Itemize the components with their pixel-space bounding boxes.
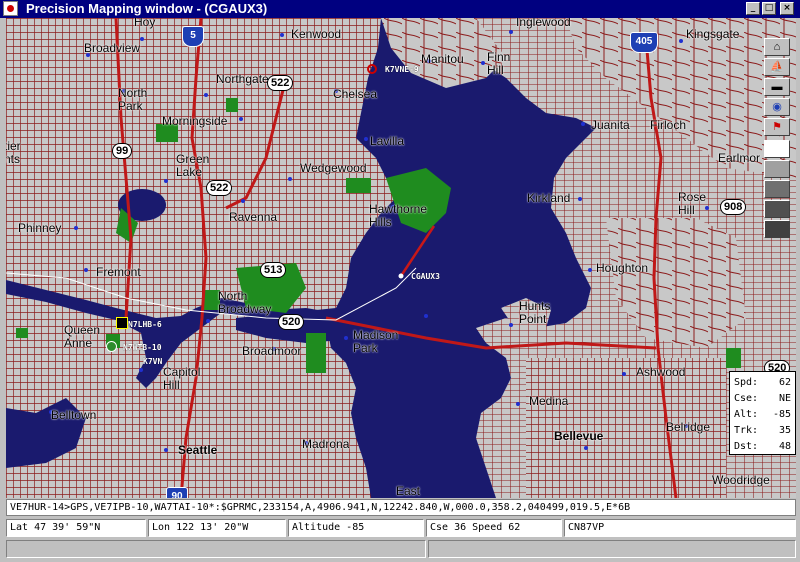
station-icon[interactable] [106,341,117,352]
maximize-button[interactable]: □ [762,2,776,15]
place-label: Bellevue [554,429,604,443]
place-label: Hill [678,203,695,217]
place-label: Chelsea [333,87,378,101]
status-altitude: Altitude -85 [288,519,424,537]
highway-shield: 99 [112,143,133,159]
status-panel [428,540,796,558]
place-label: Phinney [18,221,62,235]
station-callsign[interactable]: N7LHB-6 [128,320,162,329]
place-label: Fremont [96,265,141,279]
place-label: Inglewood [516,18,571,29]
place-label: Belltown [51,408,97,422]
place-label: Ashwood [636,365,686,379]
globe-icon[interactable]: ◉ [764,98,790,116]
info-row: Trk: 35 [734,425,791,436]
place-label: Hill [163,378,180,392]
car-icon[interactable]: ▬ [764,78,790,96]
tracking-info-panel: Spd: 62 Cse: NE Alt: -85 Trk: 35 Dst: 48 [729,371,796,455]
aprs-packet-line: VE7HUR-14>GPS,VE7IPB-10,WA7TAI-10*:$GPRM… [6,499,796,516]
status-bar: Lat 47 39' 59"N Lon 122 13' 20"W Altitud… [6,519,796,537]
status-panel [6,540,426,558]
place-label: Houghton [596,261,649,275]
place-label: Broadway [218,302,272,316]
shade-gray-icon[interactable] [764,160,790,178]
place-label: Medina [529,394,569,408]
place-label: Morningside [162,114,228,128]
shade-darker-icon[interactable] [764,200,790,218]
interstate-shield: 405 [630,32,658,53]
place-label: Hills [369,215,392,229]
highway-shield: 908 [720,199,747,215]
minimize-button[interactable]: _ [746,2,760,15]
bottom-status-strip [6,540,796,558]
highway-shield: 522 [267,75,294,91]
window-title: Precision Mapping window - (CGAUX3) [26,1,268,16]
place-label: Firloch [650,118,687,132]
place-label: Lavilla [370,134,405,148]
place-label: Northgate [216,72,269,86]
interstate-shield: 5 [182,26,204,47]
close-button[interactable]: × [780,2,794,15]
place-label: Lake [176,165,203,179]
status-course-speed: Cse 36 Speed 62 [426,519,562,537]
station-callsign[interactable]: K7VN [143,357,162,366]
station-callsign[interactable]: CGAUX3 [411,272,440,281]
station-callsign[interactable]: N7WTB-10 [123,343,162,352]
place-label: Point [519,312,547,326]
place-label: Kirkland [527,191,571,205]
station-icon[interactable] [116,317,128,329]
info-row: Alt: -85 [734,409,791,420]
place-label: Hill [487,63,504,77]
place-label: Park [353,341,378,355]
place-label: Seattle [178,443,218,457]
status-latitude: Lat 47 39' 59"N [6,519,146,537]
info-row: Dst: 48 [734,441,791,452]
interstate-shield: 90 [166,487,188,498]
shade-white-icon[interactable] [764,140,790,158]
info-row: Spd: 62 [734,377,791,388]
boat-icon[interactable]: ⛵ [764,58,790,76]
house-icon[interactable]: ⌂ [764,38,790,56]
place-label: Kingsgate [686,27,740,41]
highway-shield: 522 [206,180,233,196]
map-view[interactable]: Hoy Broadview Northgate North Park Kenwo… [6,18,796,498]
status-grid-square: CN87VP [564,519,796,537]
place-label: Juanita [591,118,630,132]
place-label: Anne [64,336,93,350]
place-label: Park [118,99,143,113]
title-bar: Precision Mapping window - (CGAUX3) _ □ … [0,0,800,18]
place-label: Woodridge [712,473,770,487]
info-row: Cse: NE [734,393,791,404]
shade-dark-icon[interactable] [764,180,790,198]
place-label: Broadmoor [242,344,302,358]
shade-darkest-icon[interactable] [764,220,790,238]
place-label: East [396,484,421,498]
flag-icon[interactable]: ⚑ [764,118,790,136]
place-label: Manitou [421,52,464,66]
station-callsign[interactable]: K7VNE-9 [385,65,419,74]
place-label: Hoy [134,18,156,29]
app-icon[interactable] [3,1,18,16]
highway-shield: 513 [260,262,287,278]
place-label: nts [6,152,21,166]
highway-shield: 520 [278,314,305,330]
place-label: Kenwood [291,27,342,41]
place-label: Wedgewood [300,161,367,175]
place-label: Ravenna [229,210,278,224]
place-label: Broadview [84,41,141,55]
place-label: Belridge [666,420,711,434]
place-label: Madrona [302,437,350,451]
place-label: Earlmor [718,151,761,165]
status-longitude: Lon 122 13' 20"W [148,519,286,537]
